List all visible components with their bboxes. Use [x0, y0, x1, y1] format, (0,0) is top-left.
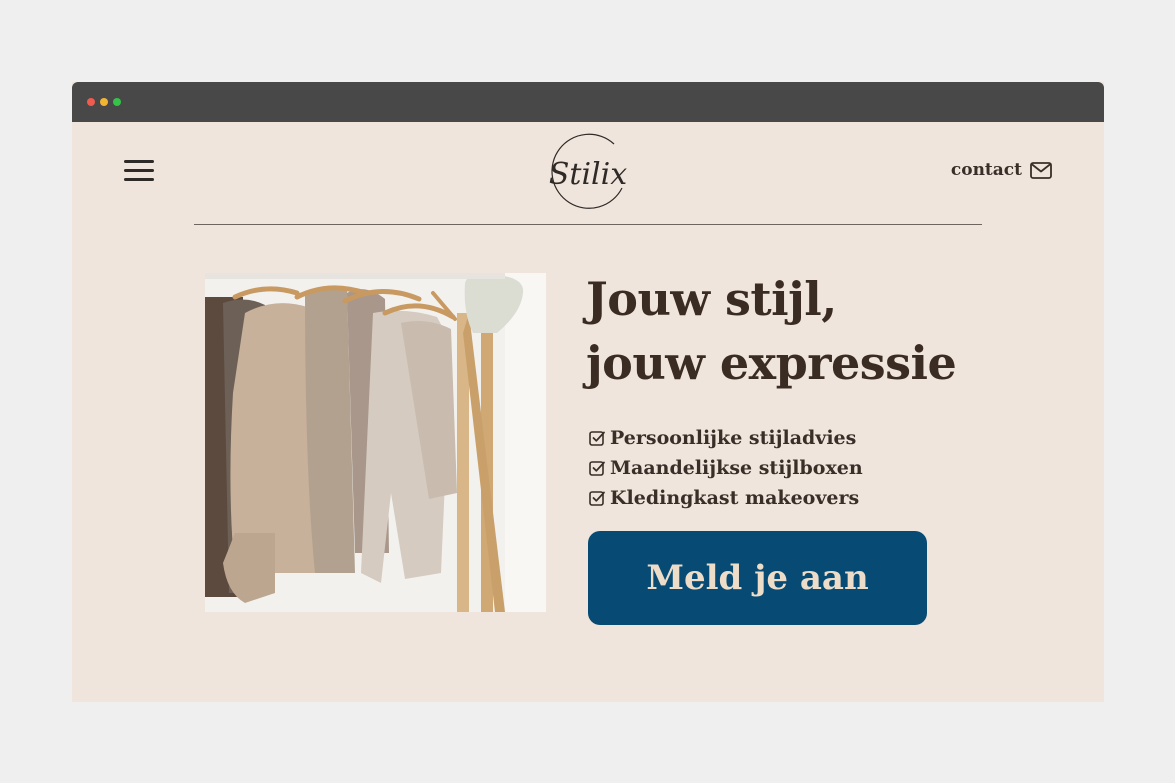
browser-titlebar	[72, 82, 1104, 122]
window-maximize-button[interactable]	[113, 98, 121, 106]
hero-headline: Jouw stijl, jouw expressie	[586, 267, 1086, 395]
contact-label: contact	[950, 160, 1022, 180]
stilix-logo[interactable]: Stilix	[544, 130, 632, 210]
feature-label: Maandelijkse stijlboxen	[610, 457, 863, 479]
headline-line-1: Jouw stijl,	[586, 272, 837, 326]
clothing-rack-illustration	[205, 273, 546, 612]
signup-button[interactable]: Meld je aan	[588, 531, 927, 625]
feature-label: Persoonlijke stijladvies	[610, 427, 857, 449]
window-minimize-button[interactable]	[100, 98, 108, 106]
menu-bar	[124, 178, 154, 181]
feature-item: Maandelijkse stijlboxen	[588, 453, 988, 483]
feature-item: Kledingkast makeovers	[588, 483, 988, 513]
clothing-rack-image	[205, 273, 546, 612]
feature-label: Kledingkast makeovers	[610, 487, 860, 509]
page-content: Stilix contact Jouw stijl, jouw expressi…	[72, 122, 1104, 702]
menu-bar	[124, 160, 154, 163]
checkbox-checked-icon	[589, 431, 605, 446]
logo-text: Stilix	[549, 157, 627, 192]
browser-window: Stilix contact Jouw stijl, jouw expressi…	[72, 82, 1104, 702]
feature-list: Persoonlijke stijladvies Maandelijkse st…	[588, 423, 988, 513]
envelope-icon	[1030, 161, 1052, 179]
checkbox-checked-icon	[589, 461, 605, 476]
logo-mark: Stilix	[549, 133, 627, 209]
hamburger-menu-icon[interactable]	[124, 160, 154, 182]
window-close-button[interactable]	[87, 98, 95, 106]
checkbox-checked-icon	[589, 491, 605, 506]
headline-line-2: jouw expressie	[586, 336, 957, 390]
header-divider	[194, 224, 982, 225]
contact-link[interactable]: contact	[951, 158, 1052, 182]
feature-item: Persoonlijke stijladvies	[588, 423, 988, 453]
menu-bar	[124, 169, 154, 172]
